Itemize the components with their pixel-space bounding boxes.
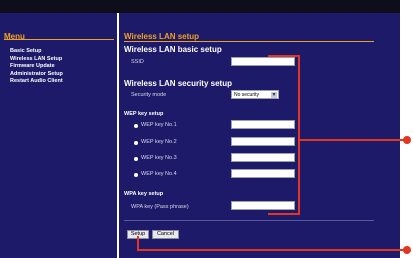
security-mode-select[interactable]: No security ▼ <box>231 90 279 99</box>
callout-marker-setup <box>403 246 411 254</box>
menu-title-underline <box>4 39 114 40</box>
menu-item-firmware-update[interactable]: Firmware Update <box>10 63 63 71</box>
ssid-label: SSID <box>131 59 144 65</box>
page-title: Wireless LAN setup <box>124 32 200 41</box>
ssid-input[interactable] <box>231 57 295 66</box>
callout-setup-vertical <box>137 236 139 250</box>
callout-bracket-side <box>298 55 300 215</box>
callout-bracket-bottom <box>268 213 300 215</box>
divider <box>124 220 374 221</box>
callout-marker-inputs <box>403 136 411 144</box>
menu-list: Basic Setup Wireless LAN Setup Firmware … <box>10 48 63 86</box>
callout-line-setup <box>137 249 405 251</box>
page-title-underline <box>124 41 374 42</box>
wep-heading: WEP key setup <box>124 111 164 117</box>
wep-key-2-radio[interactable] <box>134 141 138 145</box>
wep-key-3-label: WEP key No.3 <box>141 155 177 161</box>
wpa-key-input[interactable] <box>231 201 295 210</box>
security-mode-value: No security <box>234 92 260 98</box>
menu-item-wireless-lan-setup[interactable]: Wireless LAN Setup <box>10 56 63 64</box>
wep-key-3-input[interactable] <box>231 153 295 162</box>
menu-item-basic-setup[interactable]: Basic Setup <box>10 48 63 56</box>
top-bar <box>0 0 400 13</box>
wep-key-4-input[interactable] <box>231 169 295 178</box>
wep-key-4-label: WEP key No.4 <box>141 171 177 177</box>
chevron-down-icon[interactable]: ▼ <box>271 92 277 98</box>
wpa-key-label: WPA key (Pass phrase) <box>131 204 189 210</box>
wep-key-4-radio[interactable] <box>134 173 138 177</box>
wep-key-2-label: WEP key No.2 <box>141 139 177 145</box>
wep-key-1-radio[interactable] <box>134 124 138 128</box>
wpa-heading: WPA key setup <box>124 191 164 197</box>
callout-bracket-top <box>268 55 300 57</box>
wep-key-1-label: WEP key No.1 <box>141 122 177 128</box>
menu-item-administrator-setup[interactable]: Administrator Setup <box>10 71 63 79</box>
wep-key-2-input[interactable] <box>231 137 295 146</box>
wep-key-3-radio[interactable] <box>134 157 138 161</box>
wep-key-1-input[interactable] <box>231 120 295 129</box>
cancel-button[interactable]: Cancel <box>152 230 179 239</box>
menu-item-restart-audio-client[interactable]: Restart Audio Client <box>10 78 63 86</box>
callout-line-inputs <box>300 139 405 141</box>
security-mode-label: Security mode <box>131 92 167 98</box>
basic-setup-heading: Wireless LAN basic setup <box>124 45 222 54</box>
security-setup-heading: Wireless LAN security setup <box>124 79 232 88</box>
